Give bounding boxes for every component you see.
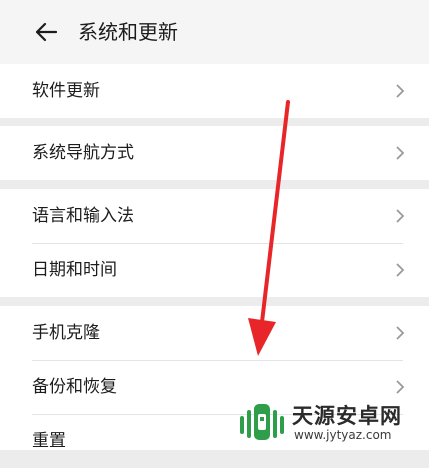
annotation-arrow-icon (248, 100, 290, 356)
android-logo-icon (240, 404, 284, 440)
watermark-brand: 天源安卓网 (292, 404, 402, 428)
watermark-url: www.jytyaz.com (294, 428, 392, 442)
watermark: 天源安卓网 www.jytyaz.com (232, 398, 429, 450)
